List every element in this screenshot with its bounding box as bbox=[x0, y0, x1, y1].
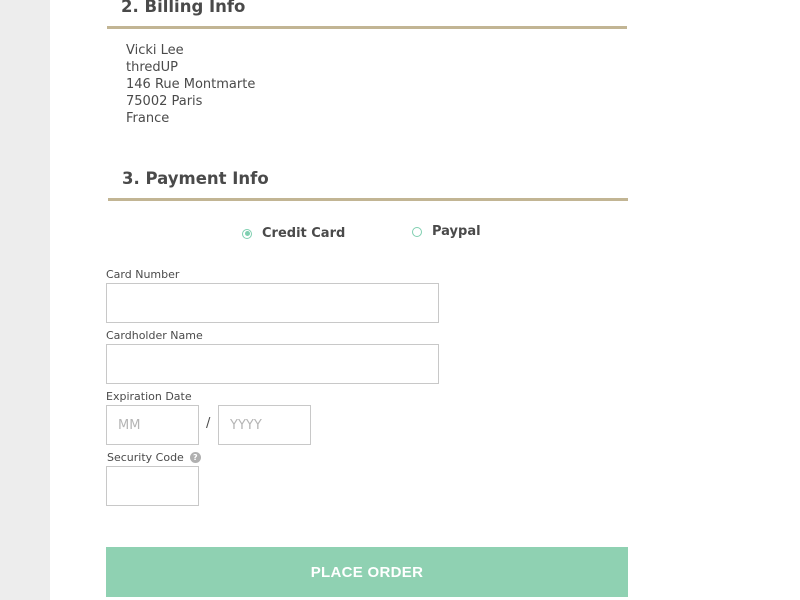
radio-dot bbox=[244, 231, 250, 236]
billing-company: thredUP bbox=[126, 60, 178, 75]
billing-address: Vicki Lee thredUP 146 Rue Montmarte 7500… bbox=[126, 42, 255, 127]
billing-street: 146 Rue Montmarte bbox=[126, 77, 256, 92]
payment-option-credit-card[interactable]: Credit Card bbox=[242, 226, 345, 241]
billing-city: 75002 Paris bbox=[126, 94, 203, 109]
payment-option-paypal[interactable]: Paypal bbox=[412, 224, 481, 239]
payment-info-title: 3. Payment Info bbox=[122, 169, 269, 188]
paypal-label: Paypal bbox=[432, 224, 481, 239]
card-number-label: Card Number bbox=[106, 268, 180, 281]
expiration-separator: / bbox=[206, 416, 211, 431]
radio-selected-icon[interactable] bbox=[242, 228, 252, 239]
security-code-label-row: Security Code ? bbox=[107, 451, 201, 464]
billing-divider bbox=[107, 26, 627, 29]
payment-divider bbox=[108, 198, 628, 201]
expiration-date-label: Expiration Date bbox=[106, 390, 192, 403]
cardholder-name-input[interactable] bbox=[106, 344, 439, 384]
expiration-year-input[interactable] bbox=[218, 405, 311, 445]
cardholder-name-label: Cardholder Name bbox=[106, 329, 203, 342]
place-order-button[interactable]: PLACE ORDER bbox=[106, 547, 628, 597]
billing-country: France bbox=[126, 111, 170, 126]
radio-unselected-icon[interactable] bbox=[412, 226, 422, 237]
left-sidebar bbox=[0, 0, 50, 600]
security-code-input[interactable] bbox=[106, 466, 199, 506]
help-icon[interactable]: ? bbox=[189, 452, 201, 463]
billing-name: Vicki Lee bbox=[126, 43, 184, 58]
expiration-month-input[interactable] bbox=[106, 405, 199, 445]
billing-info-title: 2. Billing Info bbox=[121, 0, 246, 16]
security-code-label: Security Code bbox=[107, 451, 184, 464]
card-number-input[interactable] bbox=[106, 283, 439, 323]
credit-card-label: Credit Card bbox=[262, 226, 346, 241]
